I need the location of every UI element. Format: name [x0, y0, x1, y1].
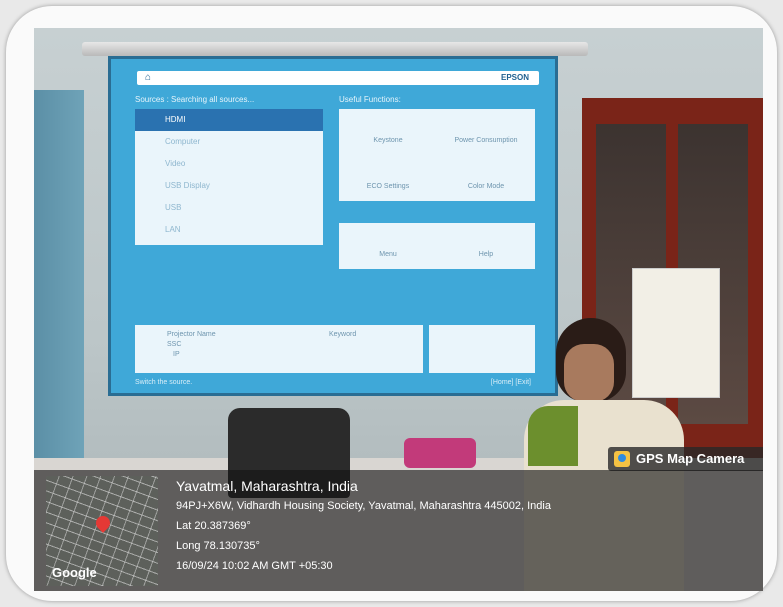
function-power: Power Consumption: [454, 137, 518, 144]
screen-header: ⌂ EPSON: [137, 71, 539, 85]
projector-screen-housing: [82, 42, 588, 56]
function-menu: Menu: [379, 251, 397, 258]
photo: ⌂ EPSON Sources : Searching all sources.…: [34, 28, 763, 591]
brand-logo: EPSON: [500, 73, 529, 82]
source-item-lan: LAN: [165, 225, 181, 234]
left-board: [34, 90, 84, 470]
projector-name-value: SSC: [167, 341, 182, 348]
gps-camera-icon: [614, 451, 630, 467]
keyword-label: Keyword: [329, 331, 357, 338]
longitude: Long 78.130735°: [176, 540, 260, 552]
projector-screen: ⌂ EPSON Sources : Searching all sources.…: [108, 56, 558, 396]
menu-help-panel: Menu Help: [339, 223, 535, 269]
gps-app-name: GPS Map Camera: [636, 451, 745, 466]
person-face: [564, 344, 614, 402]
location-overlay: Google Yavatmal, Maharashtra, India 94PJ…: [34, 470, 763, 591]
source-item-computer: Computer: [165, 137, 201, 146]
pink-bag: [404, 438, 476, 468]
projector-name-label: Projector Name: [167, 331, 216, 338]
source-item-usb-display: USB Display: [165, 181, 210, 190]
useful-functions-label: Useful Functions:: [339, 95, 401, 104]
projector-info-panel: Projector Name SSC IP Keyword: [135, 325, 423, 373]
source-item-video: Video: [165, 159, 186, 168]
status-text: Switch the source.: [135, 379, 193, 386]
source-item-usb: USB: [165, 203, 182, 212]
source-item-hdmi: HDMI: [135, 109, 323, 131]
gps-app-badge: GPS Map Camera: [608, 447, 763, 471]
function-color-mode: Color Mode: [467, 183, 505, 190]
ip-label: IP: [173, 351, 180, 358]
useful-functions-panel: Keystone Power Consumption ECO Settings …: [339, 109, 535, 201]
map-thumbnail: Google: [46, 476, 158, 586]
source-list: HDMI Computer Video USB Display USB LAN: [135, 109, 323, 245]
google-logo: Google: [52, 565, 97, 580]
function-eco: ECO Settings: [366, 183, 410, 190]
home-icon: ⌂: [145, 72, 152, 83]
sources-label: Sources : Searching all sources...: [135, 95, 255, 104]
location-address: 94PJ+X6W, Vidhardh Housing Society, Yava…: [176, 500, 551, 512]
person-blouse: [528, 406, 578, 466]
latitude: Lat 20.387369°: [176, 520, 251, 532]
location-title: Yavatmal, Maharashtra, India: [176, 478, 358, 494]
photo-frame: ⌂ EPSON Sources : Searching all sources.…: [6, 6, 777, 601]
timestamp: 16/09/24 10:02 AM GMT +05:30: [176, 560, 333, 572]
function-keystone: Keystone: [373, 137, 403, 144]
function-help: Help: [478, 251, 494, 258]
